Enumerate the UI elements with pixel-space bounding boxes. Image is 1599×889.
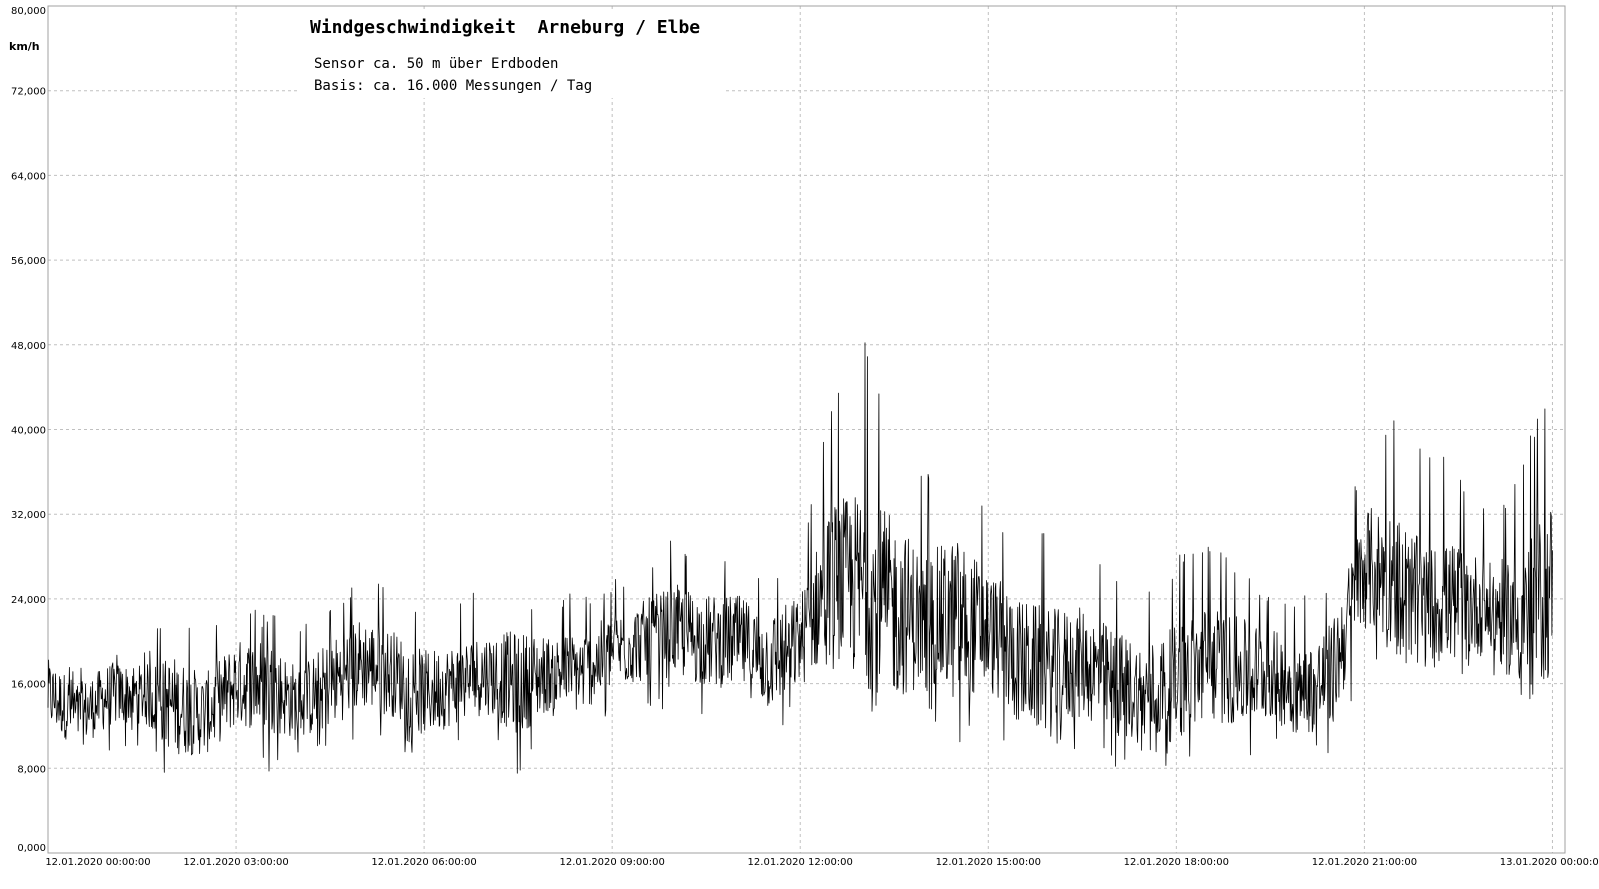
y-tick-label: 32,000	[11, 510, 46, 521]
y-tick-label: 0,000	[17, 843, 46, 854]
x-tick-label: 12.01.2020 21:00:00	[1312, 857, 1417, 868]
y-tick-label: 64,000	[11, 171, 46, 182]
x-tick-label: 12.01.2020 00:00:00	[45, 857, 150, 868]
x-tick-label: 12.01.2020 06:00:00	[371, 857, 476, 868]
chart-subtitle-sensor: Sensor ca. 50 m über Erdboden	[314, 56, 558, 72]
chart-subtitle-basis: Basis: ca. 16.000 Messungen / Tag	[314, 78, 592, 94]
y-tick-label: 8,000	[17, 764, 46, 775]
y-tick-label: 72,000	[11, 87, 46, 98]
y-tick-label: 40,000	[11, 426, 46, 437]
x-tick-label: 13.01.2020 00:00:00	[1500, 857, 1599, 868]
y-tick-label: 24,000	[11, 595, 46, 606]
x-tick-label: 12.01.2020 12:00:00	[748, 857, 853, 868]
x-tick-label: 12.01.2020 03:00:00	[183, 857, 288, 868]
x-tick-label: 12.01.2020 15:00:00	[936, 857, 1041, 868]
y-tick-label: 80,000	[11, 6, 46, 17]
y-tick-label: 48,000	[11, 341, 46, 352]
chart-title: Windgeschwindigkeit Arneburg / Elbe	[310, 17, 700, 38]
y-tick-label: 16,000	[11, 680, 46, 691]
chart-background	[0, 0, 1599, 889]
y-tick-label: 56,000	[11, 256, 46, 267]
wind-speed-chart: 0,000 8,000 16,000 24,000 32,000 40,000 48,000…	[0, 0, 1599, 889]
x-tick-label: 12.01.2020 09:00:00	[559, 857, 664, 868]
x-tick-label: 12.01.2020 18:00:00	[1124, 857, 1229, 868]
y-axis-label: km/h	[9, 40, 40, 53]
